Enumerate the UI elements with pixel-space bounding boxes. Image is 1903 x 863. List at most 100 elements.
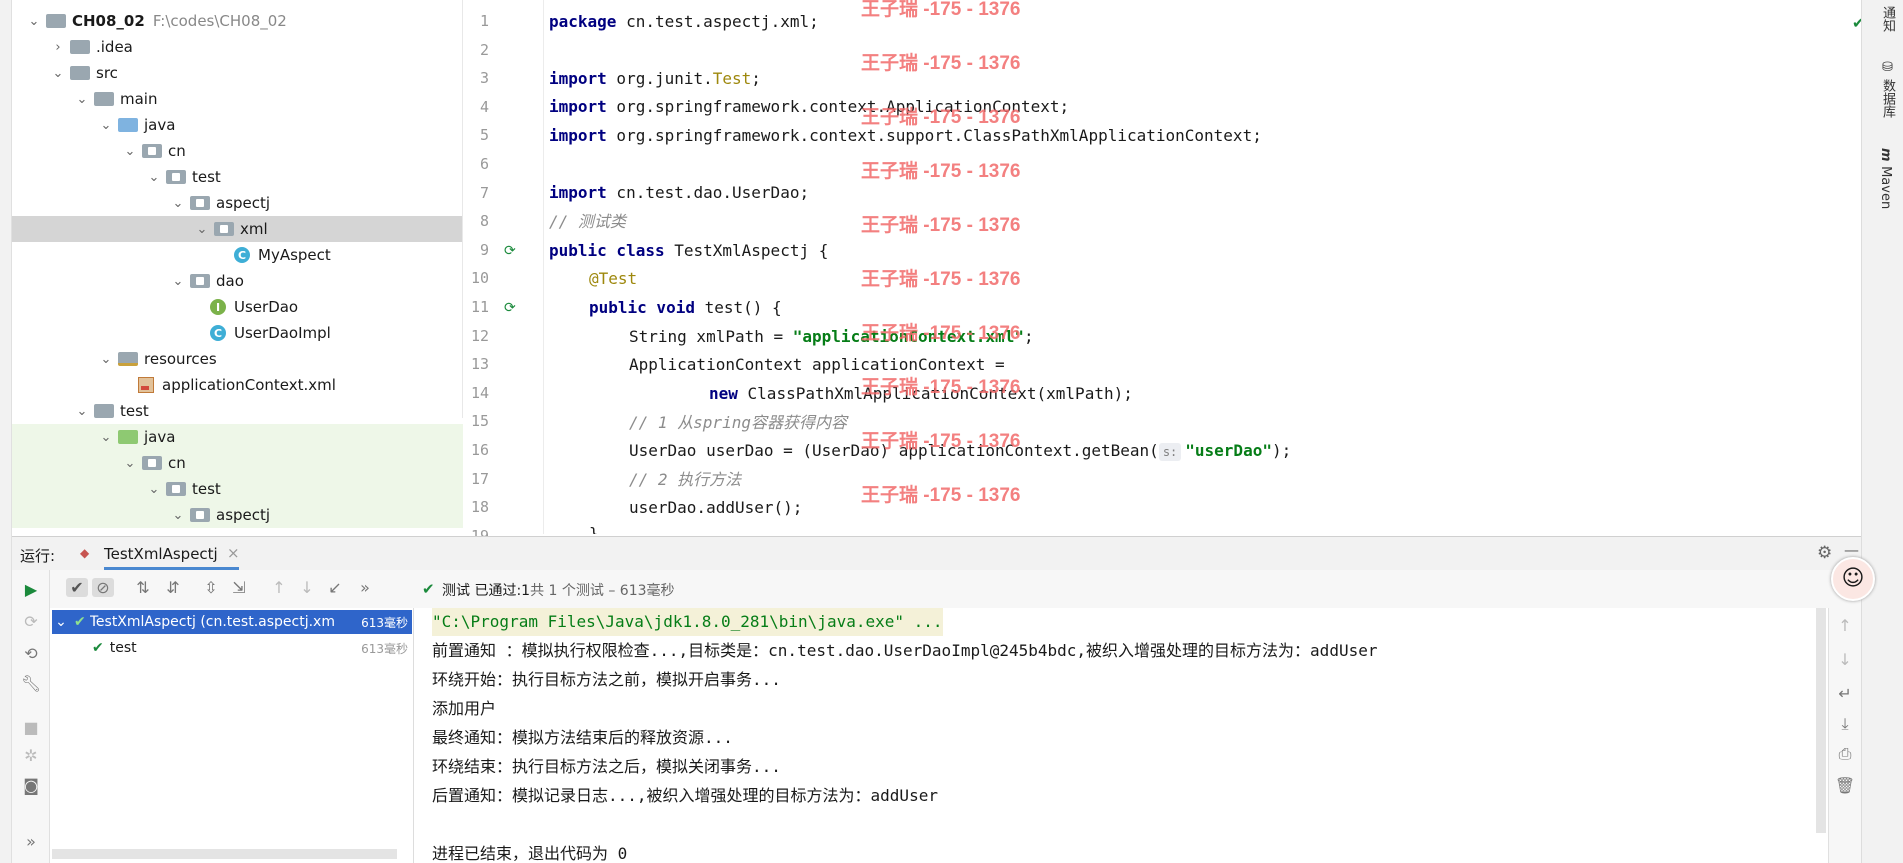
tree-root[interactable]: ⌄ CH08_02 F:\codes\CH08_02 bbox=[12, 8, 463, 34]
expand-all-icon[interactable]: ⇳ bbox=[200, 578, 222, 597]
show-ignored-toggle[interactable]: ⊘ bbox=[92, 578, 114, 597]
chevron-right-icon[interactable]: › bbox=[50, 40, 66, 55]
chevron-down-icon[interactable]: ⌄ bbox=[170, 274, 186, 289]
line-number: 9 bbox=[479, 240, 489, 259]
tab-testxmlaspectj[interactable]: TestXmlAspectj bbox=[104, 545, 218, 563]
code-line-17[interactable]: // 2 执行方法 bbox=[629, 466, 1903, 494]
chevron-down-icon[interactable]: ⌄ bbox=[122, 456, 138, 471]
code-line-19[interactable]: } bbox=[589, 520, 1889, 534]
tree-item-test-root[interactable]: ⌄ test bbox=[12, 398, 463, 424]
tree-item-aspectj[interactable]: ⌄ aspectj bbox=[12, 190, 463, 216]
tree-item-cn[interactable]: ⌄ cn bbox=[12, 138, 463, 164]
watermark-text: 王子瑞 -175 - 1376 bbox=[861, 377, 1021, 398]
debug-icon[interactable]: ✲ bbox=[20, 746, 42, 765]
code-line-8[interactable]: // 测试类 bbox=[549, 208, 1849, 236]
tree-item-dao[interactable]: ⌄ dao bbox=[12, 268, 463, 294]
code-line-16[interactable]: UserDao userDao = (UserDao) applicationC… bbox=[629, 437, 1903, 465]
chevron-down-icon[interactable]: ⌄ bbox=[146, 170, 162, 185]
next-failed-icon[interactable]: ↓ bbox=[296, 578, 318, 597]
more-icon[interactable]: » bbox=[20, 832, 42, 851]
prev-failed-icon[interactable]: ↑ bbox=[268, 578, 290, 597]
tree-item-test-test[interactable]: ⌄ test bbox=[12, 476, 463, 502]
chevron-down-icon[interactable]: ⌄ bbox=[26, 14, 42, 29]
test-row[interactable]: ⌄ ✔ TestXmlAspectj (cn.test.aspectj.xm 6… bbox=[52, 610, 412, 634]
chevron-down-icon[interactable]: ⌄ bbox=[98, 430, 114, 445]
tree-item-applicationcontext[interactable]: applicationContext.xml bbox=[12, 372, 463, 398]
chevron-down-icon[interactable]: ⌄ bbox=[170, 508, 186, 523]
code-line-5[interactable]: import org.springframework.context.suppo… bbox=[549, 122, 1849, 150]
up-arrow-icon[interactable]: ↑ bbox=[1834, 616, 1856, 635]
code-line-15[interactable]: // 1 从spring容器获得内容 bbox=[629, 409, 1903, 437]
camera-icon[interactable]: ◙ bbox=[20, 776, 42, 795]
print-icon[interactable]: ⎙ bbox=[1834, 744, 1856, 764]
run-gutter-icon[interactable]: ⟳ bbox=[504, 300, 520, 316]
tree-item-myaspect[interactable]: C MyAspect bbox=[12, 242, 463, 268]
code-line-10[interactable]: @Test bbox=[589, 265, 1889, 293]
tree-item-label: test bbox=[120, 402, 149, 420]
code-line-13[interactable]: ApplicationContext applicationContext = bbox=[629, 351, 1903, 379]
close-icon[interactable]: × bbox=[227, 544, 240, 562]
tree-item-userdaoimpl[interactable]: C UserDaoImpl bbox=[12, 320, 463, 346]
tree-item-label: xml bbox=[240, 220, 268, 238]
tree-item-test-aspectj[interactable]: ⌄ aspectj bbox=[12, 502, 463, 528]
chevron-down-icon[interactable]: ⌄ bbox=[146, 482, 162, 497]
toggle-auto-test-icon[interactable]: ⟲ bbox=[20, 644, 42, 663]
console-line: 添加用户 bbox=[432, 699, 497, 718]
tree-item-idea[interactable]: › .idea bbox=[12, 34, 463, 60]
export-icon[interactable]: ↙ bbox=[324, 578, 346, 597]
rerun-icon[interactable]: ▶ bbox=[20, 580, 42, 599]
avatar[interactable]: ☺ bbox=[1831, 557, 1875, 601]
package-icon bbox=[142, 456, 162, 470]
code-line-9[interactable]: public class TestXmlAspectj { bbox=[549, 237, 1849, 265]
code-line-4[interactable]: import org.springframework.context.Appli… bbox=[549, 93, 1849, 121]
stop-icon[interactable]: ■ bbox=[20, 718, 42, 737]
console-line: 环绕结束：执行目标方法之后，模拟关闭事务... bbox=[432, 757, 781, 776]
tree-item-test-java[interactable]: ⌄ java bbox=[12, 424, 463, 450]
code-line-7[interactable]: import cn.test.dao.UserDao; bbox=[549, 179, 1849, 207]
code-line-3[interactable]: import org.junit.Test; bbox=[549, 65, 1849, 93]
show-passed-toggle[interactable]: ✔ bbox=[66, 578, 88, 597]
chevron-down-icon[interactable]: ⌄ bbox=[74, 92, 90, 107]
tree-item-main[interactable]: ⌄ main bbox=[12, 86, 463, 112]
console-output[interactable]: "C:\Program Files\Java\jdk1.8.0_281\bin\… bbox=[414, 608, 1828, 863]
tree-item-java[interactable]: ⌄ java bbox=[12, 112, 463, 138]
chevron-down-icon[interactable]: ⌄ bbox=[170, 196, 186, 211]
code-line-18[interactable]: userDao.addUser(); bbox=[629, 494, 1903, 522]
gear-icon[interactable]: ⚙ bbox=[1817, 543, 1832, 563]
chevron-down-icon[interactable]: ⌄ bbox=[194, 222, 210, 237]
trash-icon[interactable]: 🗑︎ bbox=[1834, 776, 1856, 795]
wrench-icon[interactable]: 🔧︎ bbox=[20, 674, 42, 693]
rerun-failed-icon[interactable]: ⟳ bbox=[20, 612, 42, 631]
database-tab[interactable]: ⛁ 数据库 bbox=[1878, 60, 1897, 118]
test-row[interactable]: ✔ test 613毫秒 bbox=[52, 636, 412, 660]
down-arrow-icon[interactable]: ↓ bbox=[1834, 650, 1856, 669]
horizontal-scrollbar[interactable] bbox=[52, 849, 397, 859]
chevron-down-icon[interactable]: ⌄ bbox=[52, 614, 70, 630]
tree-item-userdao[interactable]: I UserDao bbox=[12, 294, 463, 320]
tree-item-label: resources bbox=[144, 350, 217, 368]
tree-item-label: java bbox=[144, 116, 176, 134]
code-line-11[interactable]: public void test() { bbox=[589, 294, 1889, 322]
tree-item-src[interactable]: ⌄ src bbox=[12, 60, 463, 86]
maven-tab[interactable]: m Maven bbox=[1878, 148, 1893, 209]
chevron-down-icon[interactable]: ⌄ bbox=[50, 66, 66, 81]
more-icon[interactable]: » bbox=[354, 578, 376, 597]
tree-item-xml[interactable]: ⌄ xml bbox=[12, 216, 463, 242]
code-line-1[interactable]: package cn.test.aspectj.xml; bbox=[549, 8, 1849, 36]
console-scrollbar[interactable] bbox=[1816, 608, 1826, 833]
chevron-down-icon[interactable]: ⌄ bbox=[74, 404, 90, 419]
soft-wrap-icon[interactable]: ↵ bbox=[1834, 684, 1856, 703]
tree-item-test[interactable]: ⌄ test bbox=[12, 164, 463, 190]
tree-item-test-cn[interactable]: ⌄ cn bbox=[12, 450, 463, 476]
sort-alpha-icon[interactable]: ⇅ bbox=[132, 578, 154, 597]
tree-item-resources[interactable]: ⌄ resources bbox=[12, 346, 463, 372]
sort-duration-icon[interactable]: ⇵ bbox=[162, 578, 184, 597]
scroll-to-end-icon[interactable]: ⤓ bbox=[1834, 714, 1856, 734]
chevron-down-icon[interactable]: ⌄ bbox=[122, 144, 138, 159]
code-line-12[interactable]: String xmlPath = "applicationContext.xml… bbox=[629, 323, 1903, 351]
chevron-down-icon[interactable]: ⌄ bbox=[98, 352, 114, 367]
collapse-all-icon[interactable]: ⇲ bbox=[228, 578, 250, 597]
notifications-tab[interactable]: 通知 bbox=[1878, 6, 1897, 32]
chevron-down-icon[interactable]: ⌄ bbox=[98, 118, 114, 133]
run-gutter-icon[interactable]: ⟳ bbox=[504, 243, 520, 259]
